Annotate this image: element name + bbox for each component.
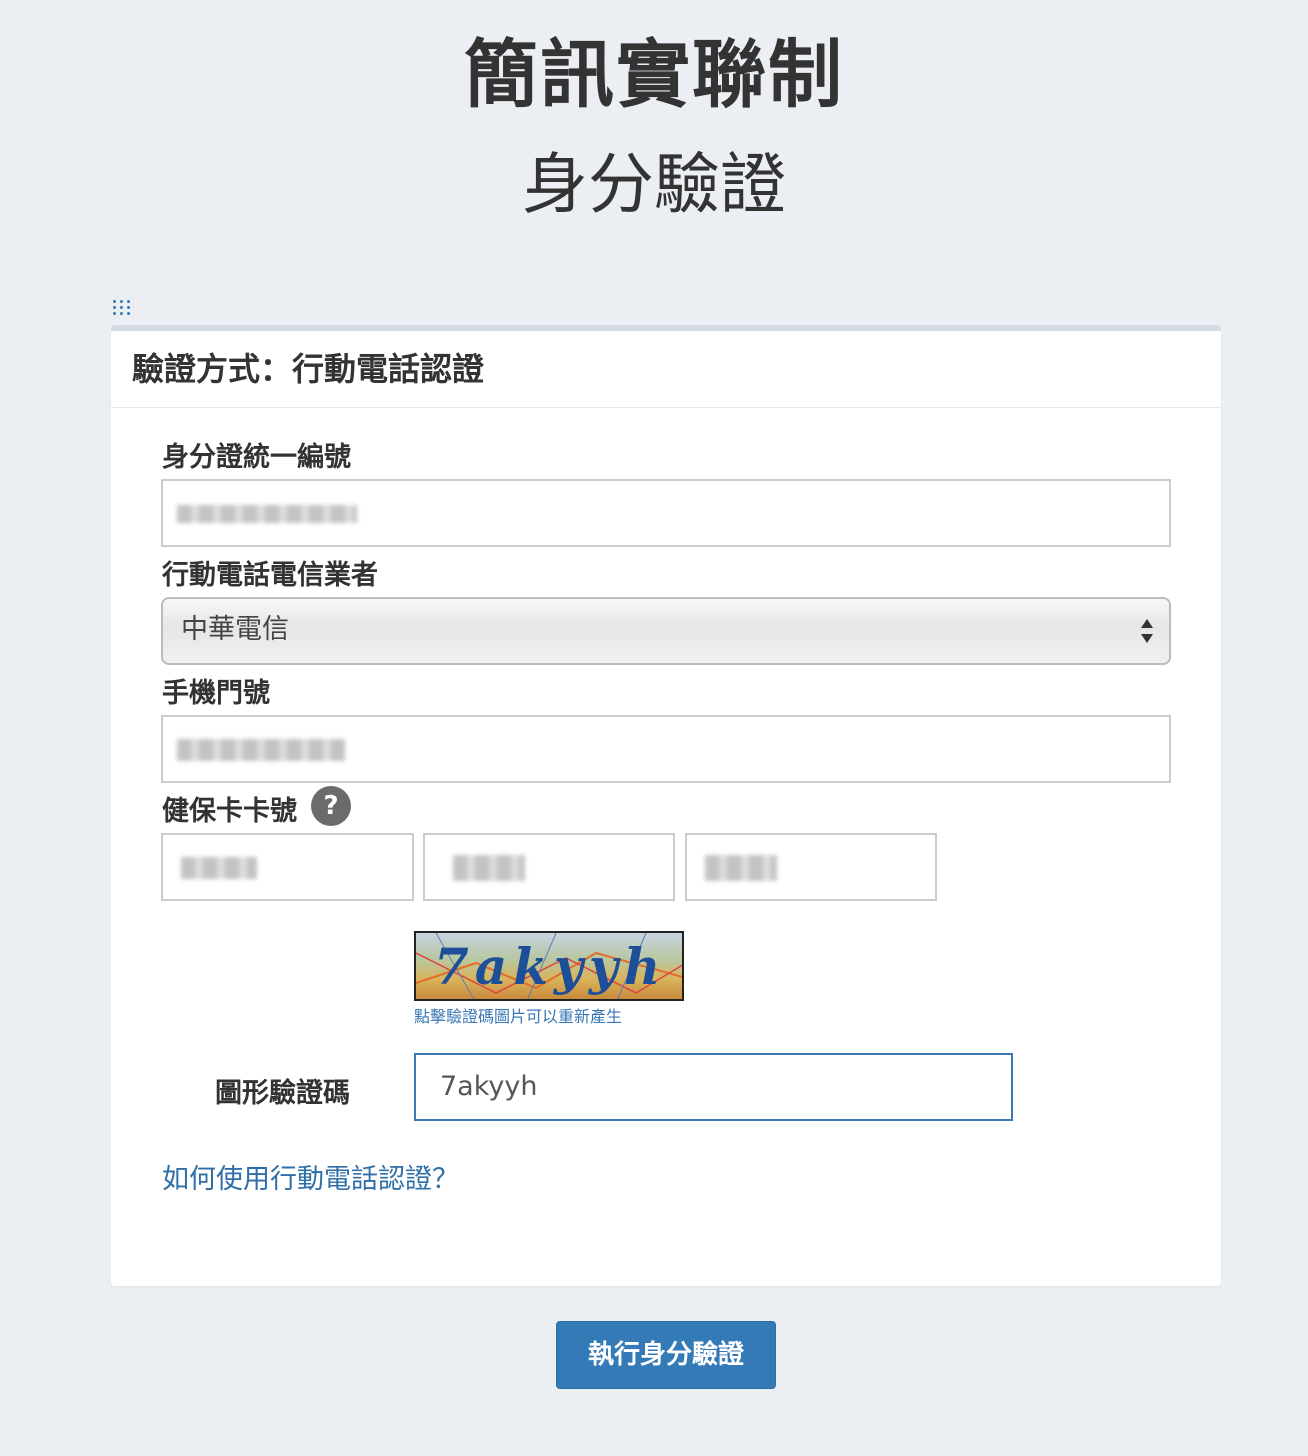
id-number-label: 身分證統一編號 xyxy=(162,442,351,473)
carrier-selected-value: 中華電信 xyxy=(181,614,289,645)
drag-handle-icon[interactable] xyxy=(112,298,134,316)
captcha-label: 圖形驗證碼 xyxy=(215,1078,350,1109)
nhi-card-part3-input[interactable] xyxy=(685,833,937,901)
nhi-card-part2-input[interactable] xyxy=(423,833,675,901)
masked-value xyxy=(705,855,777,881)
page-title: 簡訊實聯制 xyxy=(464,32,844,118)
masked-value xyxy=(181,857,257,879)
help-link[interactable]: 如何使用行動電話認證？ xyxy=(162,1157,459,1196)
nhi-card-label: 健保卡卡號 xyxy=(162,796,297,827)
captcha-input[interactable]: 7akyyh xyxy=(414,1053,1013,1121)
question-icon[interactable]: ? xyxy=(311,786,351,826)
verification-panel: 驗證方式：行動電話認證 身分證統一編號 行動電話電信業者 中華電信 手機門號 健… xyxy=(111,325,1221,1286)
phone-input[interactable] xyxy=(161,715,1171,783)
select-arrows-icon xyxy=(1141,619,1153,643)
masked-value xyxy=(177,505,357,523)
masked-value xyxy=(453,855,525,881)
captcha-refresh-hint[interactable]: 點擊驗證碼圖片可以重新產生 xyxy=(414,1003,622,1027)
panel-heading: 驗證方式：行動電話認證 xyxy=(111,331,1221,408)
nhi-card-part1-input[interactable] xyxy=(161,833,414,901)
masked-value xyxy=(177,739,345,761)
page-subtitle: 身分驗證 xyxy=(522,146,786,223)
carrier-label: 行動電話電信業者 xyxy=(162,560,378,591)
submit-verification-button[interactable]: 執行身分驗證 xyxy=(556,1321,776,1389)
phone-label: 手機門號 xyxy=(162,678,270,709)
captcha-text: 7akyyh xyxy=(434,937,667,996)
carrier-select[interactable]: 中華電信 xyxy=(161,597,1171,665)
id-number-input[interactable] xyxy=(161,479,1171,547)
captcha-image[interactable]: 7akyyh xyxy=(414,931,684,1001)
